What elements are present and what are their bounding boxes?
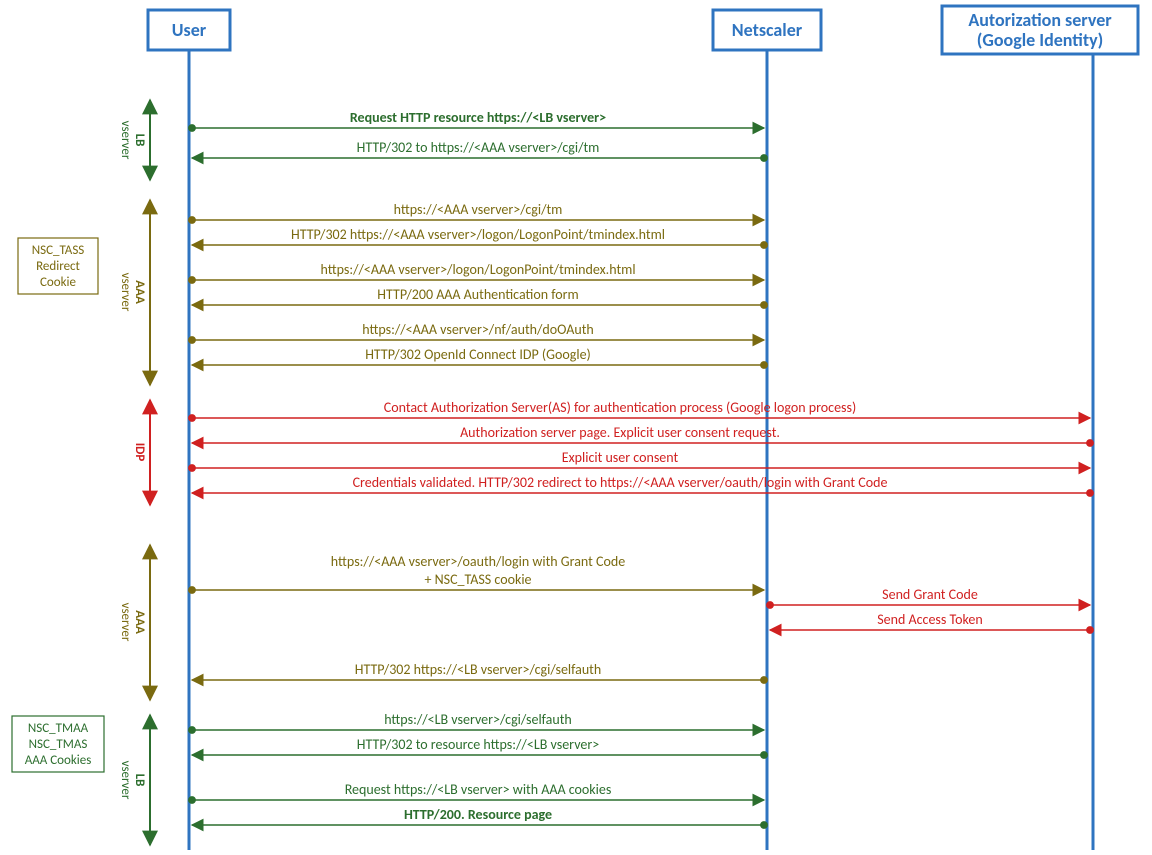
phase-lb2-label: LB	[132, 774, 147, 787]
phase-lb1: LB vserver	[118, 100, 150, 180]
msg-4-label: HTTP/302 https://<AAA vserver>/logon/Log…	[291, 226, 665, 243]
msg-17-label: https://<LB vserver>/cgi/selfauth	[384, 711, 572, 728]
msg-3-label: https://<AAA vserver>/cgi/tm	[394, 201, 563, 218]
msg-11-label: Explicit user consent	[562, 449, 679, 466]
msg-9: Contact Authorization Server(AS) for aut…	[192, 399, 1090, 418]
msg-8: HTTP/302 OpenId Connect IDP (Google)	[192, 346, 764, 365]
msg-15-label: Send Access Token	[877, 611, 983, 628]
msg-1-label: Request HTTP resource https://<LB vserve…	[350, 109, 606, 126]
phase-lb1-sub: vserver	[118, 121, 133, 160]
msg-18: HTTP/302 to resource https://<LB vserver…	[192, 736, 764, 755]
msg-9-label: Contact Authorization Server(AS) for aut…	[384, 399, 857, 416]
sequence-diagram: User Netscaler Autorization server (Goog…	[0, 0, 1152, 855]
note-nsc-tmaa-l1: NSC_TMAA	[28, 721, 89, 736]
actor-authserver: Autorization server (Google Identity)	[942, 6, 1138, 54]
msg-13-label-b: + NSC_TASS cookie	[424, 571, 531, 588]
note-nsc-tass-l1: NSC_TASS	[32, 243, 85, 258]
phase-aaa2-sub: vserver	[118, 603, 133, 642]
actor-netscaler: Netscaler	[713, 10, 821, 50]
note-nsc-tmaa-l3: AAA Cookies	[25, 753, 92, 768]
msg-10-label: Authorization server page. Explicit user…	[460, 424, 780, 441]
msg-18-label: HTTP/302 to resource https://<LB vserver…	[357, 736, 599, 753]
msg-15: Send Access Token	[770, 611, 1090, 630]
msg-8-label: HTTP/302 OpenId Connect IDP (Google)	[365, 346, 591, 363]
msg-5: https://<AAA vserver>/logon/LogonPoint/t…	[192, 261, 764, 280]
phase-aaa2-label: AAA	[132, 610, 147, 634]
actor-authserver-label-1: Autorization server	[968, 9, 1112, 31]
phase-lb2-sub: vserver	[118, 761, 133, 800]
msg-1: Request HTTP resource https://<LB vserve…	[192, 109, 764, 128]
phase-idp: IDP	[132, 400, 150, 505]
msg-7-label: https://<AAA vserver>/nf/auth/doOAuth	[362, 321, 594, 338]
actor-user: User	[148, 10, 230, 50]
msg-10: Authorization server page. Explicit user…	[192, 424, 1090, 443]
msg-6-label: HTTP/200 AAA Authentication form	[377, 286, 578, 303]
msg-14-label: Send Grant Code	[882, 586, 978, 603]
msg-2-label: HTTP/302 to https://<AAA vserver>/cgi/tm	[357, 139, 600, 156]
msg-17: https://<LB vserver>/cgi/selfauth	[192, 711, 764, 730]
msg-11: Explicit user consent	[192, 449, 1090, 468]
msg-12: Credentials validated. HTTP/302 redirect…	[192, 474, 1090, 493]
note-nsc-tass-l3: Cookie	[40, 275, 76, 290]
note-nsc-tmaa: NSC_TMAA NSC_TMAS AAA Cookies	[12, 716, 104, 772]
phase-aaa2: AAA vserver	[118, 545, 150, 700]
phase-idp-label: IDP	[132, 443, 147, 462]
phase-aaa1-label: AAA	[132, 280, 147, 304]
note-nsc-tass: NSC_TASS Redirect Cookie	[18, 238, 98, 294]
msg-19: Request https://<LB vserver> with AAA co…	[192, 781, 764, 800]
msg-16: HTTP/302 https://<LB vserver>/cgi/selfau…	[192, 661, 764, 680]
actor-user-label: User	[172, 19, 207, 41]
msg-4: HTTP/302 https://<AAA vserver>/logon/Log…	[192, 226, 764, 245]
phase-lb1-label: LB	[132, 134, 147, 147]
actor-netscaler-label: Netscaler	[732, 19, 803, 41]
actor-authserver-label-2: (Google Identity)	[977, 29, 1103, 51]
msg-14: Send Grant Code	[770, 586, 1090, 605]
msg-19-label: Request https://<LB vserver> with AAA co…	[345, 781, 612, 798]
msg-20-label: HTTP/200. Resource page	[404, 806, 552, 823]
phase-lb2: LB vserver	[118, 715, 150, 845]
msg-13: https://<AAA vserver>/oauth/login with G…	[192, 553, 764, 590]
msg-16-label: HTTP/302 https://<LB vserver>/cgi/selfau…	[355, 661, 601, 678]
msg-6: HTTP/200 AAA Authentication form	[192, 286, 764, 305]
msg-5-label: https://<AAA vserver>/logon/LogonPoint/t…	[320, 261, 635, 278]
phase-aaa1-sub: vserver	[118, 273, 133, 312]
msg-12-label: Credentials validated. HTTP/302 redirect…	[353, 474, 888, 491]
msg-20: HTTP/200. Resource page	[192, 806, 764, 825]
msg-13-label-a: https://<AAA vserver>/oauth/login with G…	[331, 553, 625, 570]
msg-3: https://<AAA vserver>/cgi/tm	[192, 201, 764, 220]
note-nsc-tass-l2: Redirect	[36, 259, 80, 274]
msg-2: HTTP/302 to https://<AAA vserver>/cgi/tm	[192, 139, 764, 158]
msg-7: https://<AAA vserver>/nf/auth/doOAuth	[192, 321, 764, 340]
phase-aaa1: AAA vserver	[118, 200, 150, 385]
note-nsc-tmaa-l2: NSC_TMAS	[29, 737, 88, 752]
